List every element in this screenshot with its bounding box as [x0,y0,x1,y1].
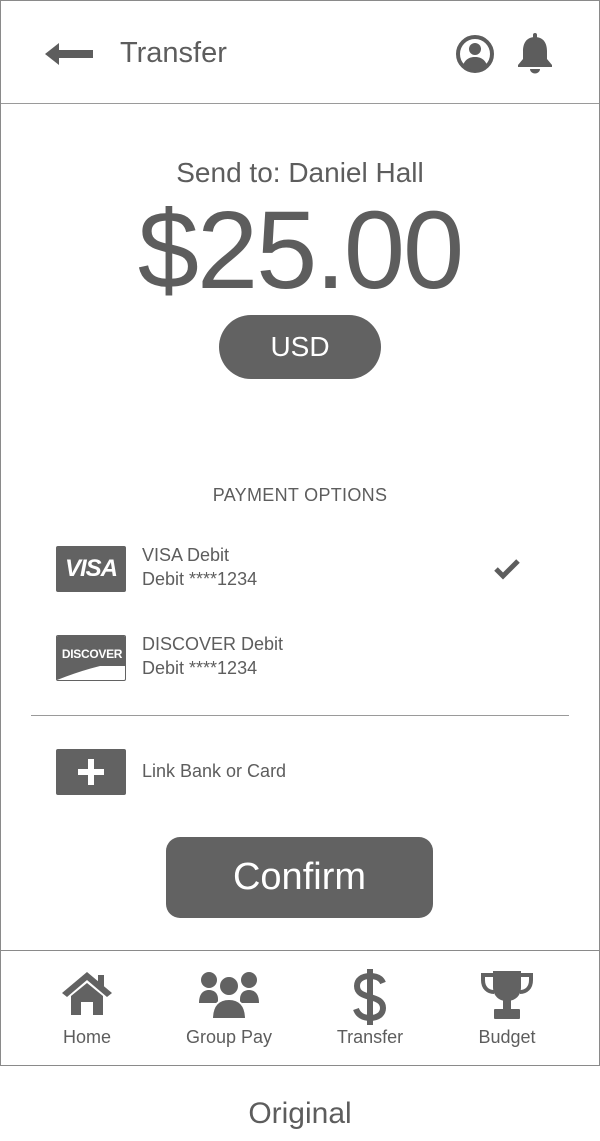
payment-options-heading: PAYMENT OPTIONS [212,485,388,505]
payment-option-name: DISCOVER Debit [142,634,284,654]
confirm-button[interactable]: Confirm [166,837,433,918]
visa-card-logo: VISA [56,546,126,592]
plus-icon [56,749,126,795]
page-title: Transfer [120,37,227,69]
payment-option-discover[interactable]: DISCOVER DISCOVER Debit Debit ****1234 [56,634,546,685]
payment-option-visa[interactable]: VISA VISA Debit Debit ****1234 [56,545,546,596]
divider [31,715,569,716]
payment-option-detail: Debit ****1234 [142,569,258,589]
payment-option-detail: Debit ****1234 [142,658,258,678]
link-bank-or-card-label: Link Bank or Card [142,761,287,781]
transfer-amount[interactable]: $25.00 [1,191,599,311]
link-bank-or-card-button[interactable]: Link Bank or Card [56,749,356,797]
group-icon [199,972,259,1019]
back-arrow-icon[interactable] [45,41,95,67]
app-frame: Transfer Send to: Daniel Hall $25.00 USD… [0,0,600,1066]
payment-option-name: VISA Debit [142,545,230,565]
nav-label-budget: Budget [478,1027,536,1047]
nav-label-group-pay: Group Pay [185,1027,273,1047]
trophy-icon [481,971,533,1019]
user-circle-icon[interactable] [455,34,495,74]
currency-selector-button[interactable]: USD [219,315,381,379]
caption-label: Original [248,1097,352,1130]
nav-item-home[interactable]: Home [22,951,152,1066]
app-header: Transfer [1,1,599,104]
nav-item-budget[interactable]: Budget [442,951,572,1066]
bottom-navigation: Home Group Pay Transfer Budget [1,950,599,1066]
bell-icon[interactable] [515,32,555,74]
nav-item-transfer[interactable]: Transfer [305,951,435,1066]
dollar-icon [353,969,387,1025]
recipient-label: Send to: Daniel Hall [176,157,424,188]
home-icon [62,972,112,1015]
nav-label-transfer: Transfer [336,1027,404,1047]
discover-card-logo: DISCOVER [56,635,126,681]
nav-item-group-pay[interactable]: Group Pay [164,951,294,1066]
nav-label-home: Home [62,1027,111,1047]
checkmark-icon [494,559,520,580]
